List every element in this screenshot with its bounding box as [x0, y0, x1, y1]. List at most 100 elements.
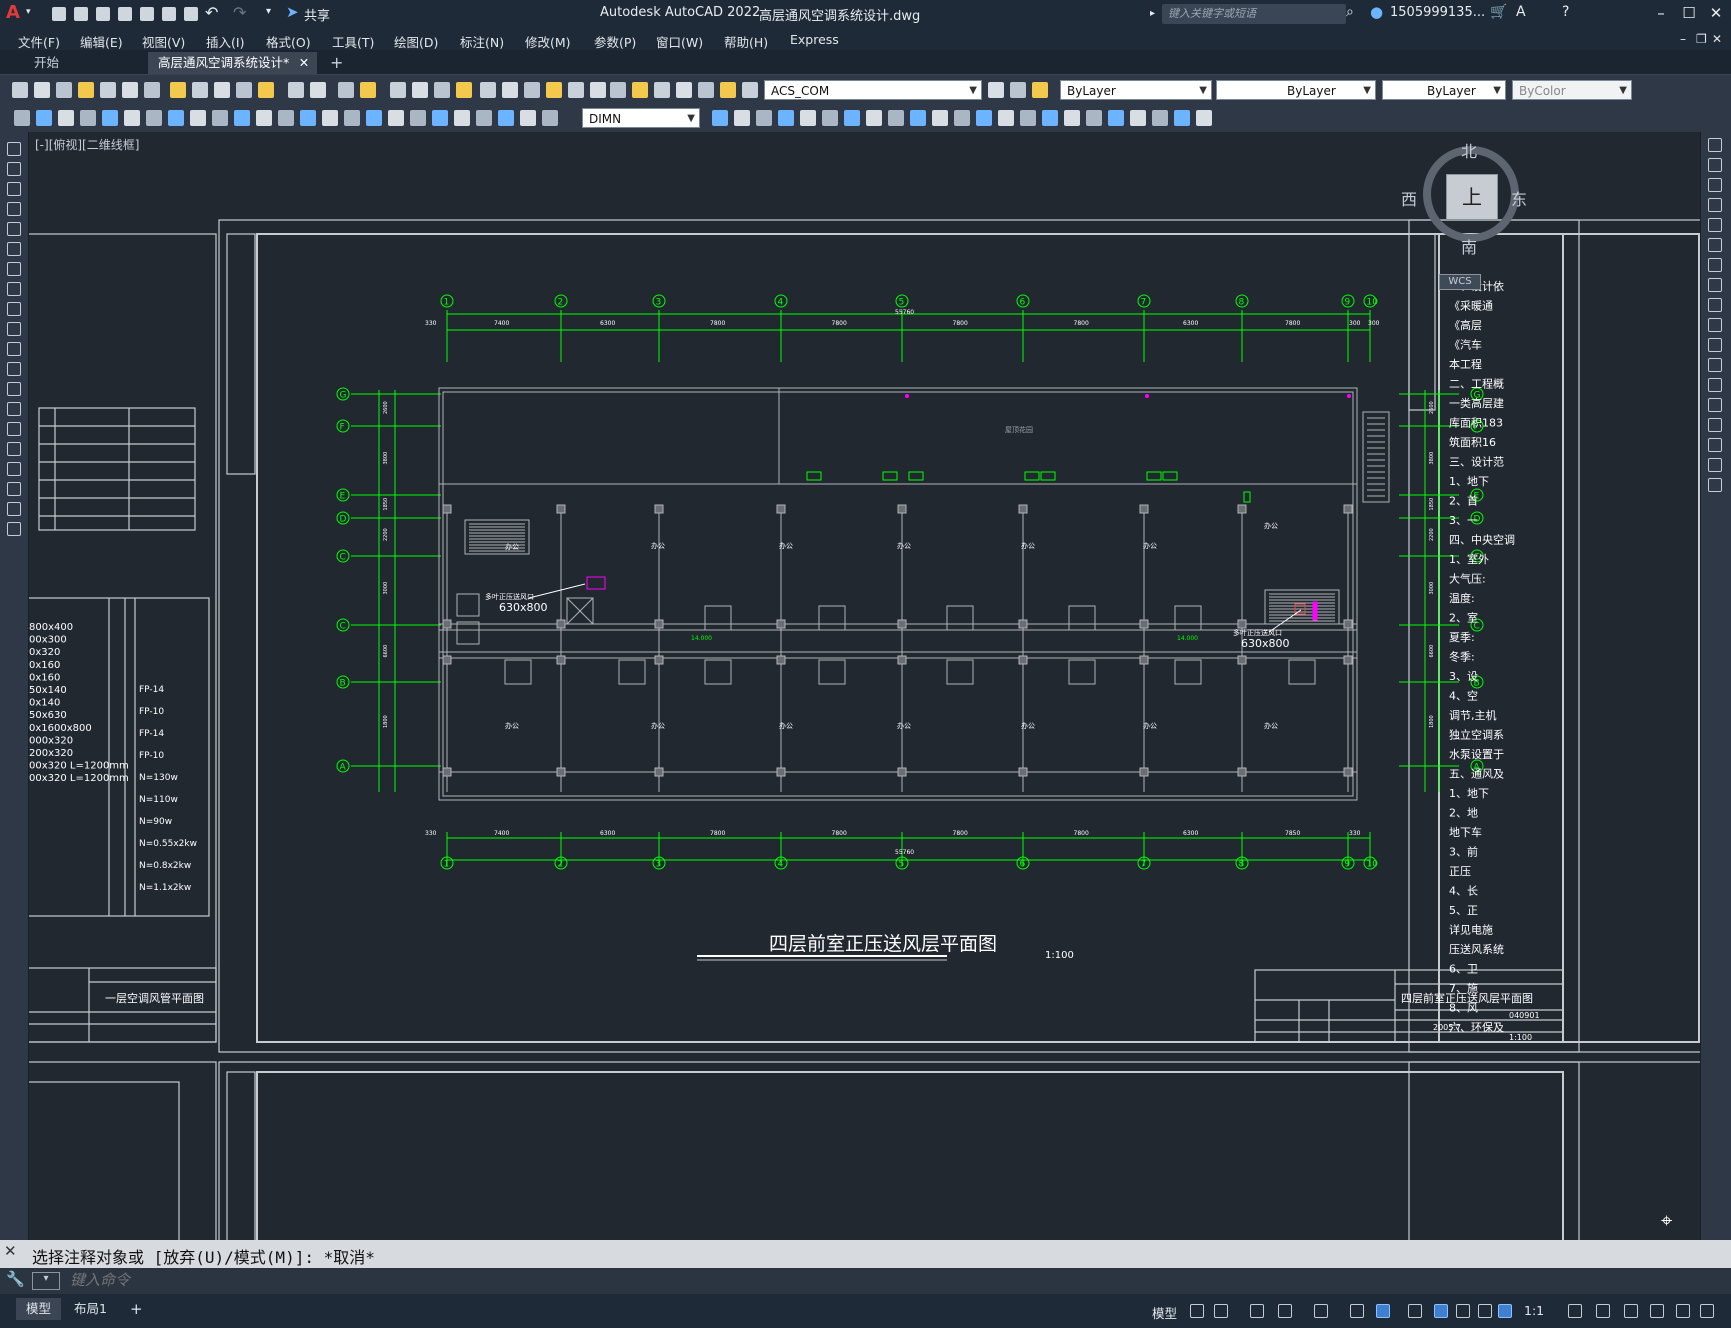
viewcube[interactable]: 上 北 南 东 西 WCS: [1401, 138, 1529, 290]
tolerance-icon[interactable]: [1042, 110, 1058, 126]
save-as-icon[interactable]: [118, 7, 132, 21]
menu-view[interactable]: 视图(V): [142, 32, 185, 51]
command-close-icon[interactable]: ✕: [4, 1242, 17, 1260]
layer-lock-icon[interactable]: [654, 82, 670, 98]
new-file-icon[interactable]: [12, 82, 28, 98]
autodesk-app-icon[interactable]: A: [1516, 4, 1526, 20]
open-file-icon[interactable]: [34, 82, 50, 98]
minimize-button[interactable]: –: [1650, 4, 1672, 22]
array-icon[interactable]: [520, 110, 536, 126]
break-point-icon[interactable]: [1708, 358, 1722, 372]
center-mark-icon[interactable]: [1064, 110, 1080, 126]
osnap-icon[interactable]: [1408, 1304, 1422, 1318]
text-edit-icon[interactable]: [1152, 110, 1168, 126]
save-icon[interactable]: [96, 7, 110, 21]
angular-icon[interactable]: [910, 110, 926, 126]
region-icon[interactable]: [7, 462, 21, 476]
redo-icon[interactable]: ↷: [233, 3, 246, 22]
line-icon[interactable]: [7, 142, 21, 156]
ellipse-arc-icon[interactable]: [7, 342, 21, 356]
layer-previous-icon[interactable]: [698, 82, 714, 98]
continue-icon[interactable]: [234, 110, 250, 126]
paste-icon[interactable]: [214, 82, 230, 98]
array-icon[interactable]: [1708, 218, 1722, 232]
menu-express[interactable]: Express: [790, 32, 839, 47]
rotate-icon[interactable]: [1708, 258, 1722, 272]
quick-access-dropdown-icon[interactable]: ▾: [266, 6, 271, 17]
lineweight-dropdown[interactable]: ByLayer ▼: [1382, 80, 1506, 100]
menu-insert[interactable]: 插入(I): [206, 32, 244, 51]
arc-icon[interactable]: [7, 242, 21, 256]
preview-icon[interactable]: [100, 82, 116, 98]
save-web-icon[interactable]: [162, 7, 176, 21]
layer-dropdown[interactable]: ACS_COM ▼: [764, 80, 982, 100]
break-icon[interactable]: [1708, 378, 1722, 392]
chamfer-icon[interactable]: [1708, 418, 1722, 432]
search-input[interactable]: 键入关键字或短语: [1162, 4, 1346, 24]
viewcube-west[interactable]: 西: [1401, 186, 1417, 210]
save-icon[interactable]: [1010, 82, 1026, 98]
quickcalc-icon[interactable]: [546, 82, 562, 98]
tab-close-icon[interactable]: ✕: [299, 52, 309, 74]
mirror-icon[interactable]: [1708, 178, 1722, 192]
menu-help[interactable]: 帮助(H): [724, 32, 768, 51]
viewcube-east[interactable]: 东: [1511, 186, 1527, 210]
inspect-icon[interactable]: [344, 110, 360, 126]
tab-model[interactable]: 模型: [16, 1298, 62, 1320]
offset-icon[interactable]: [498, 110, 514, 126]
blend-icon[interactable]: [1708, 458, 1722, 472]
polyline-icon[interactable]: [7, 182, 21, 196]
diameter-icon[interactable]: [888, 110, 904, 126]
undo-icon[interactable]: [288, 82, 304, 98]
quick-dim-icon[interactable]: [932, 110, 948, 126]
copy-icon[interactable]: [1708, 158, 1722, 172]
text-edit-icon[interactable]: [410, 110, 426, 126]
copy-icon[interactable]: [192, 82, 208, 98]
rectangle-icon[interactable]: [7, 222, 21, 236]
insert-block-icon[interactable]: [7, 362, 21, 376]
tool-palettes-icon[interactable]: [480, 82, 496, 98]
undo-icon[interactable]: ↶: [205, 3, 218, 22]
viewcube-south[interactable]: 南: [1461, 234, 1477, 258]
lineweight-icon[interactable]: [1434, 1304, 1448, 1318]
maximize-button[interactable]: ☐: [1678, 4, 1700, 22]
update-icon[interactable]: [1174, 110, 1190, 126]
help-icon[interactable]: ?: [1562, 4, 1569, 20]
make-current-icon[interactable]: [676, 82, 692, 98]
ellipse-icon[interactable]: [7, 322, 21, 336]
workspace-icon[interactable]: [1568, 1304, 1582, 1318]
new-file-icon[interactable]: [742, 82, 758, 98]
jogged-linear-icon[interactable]: [1108, 110, 1124, 126]
share-button[interactable]: 共享: [304, 5, 330, 24]
radius-icon[interactable]: [844, 110, 860, 126]
layer-freeze-icon[interactable]: [632, 82, 648, 98]
close-button[interactable]: ✕: [1705, 4, 1727, 22]
help-icon[interactable]: [568, 82, 584, 98]
fullscreen-icon[interactable]: [1700, 1304, 1714, 1318]
fillet-icon[interactable]: [1708, 438, 1722, 452]
linear-dim-icon[interactable]: [14, 110, 30, 126]
inspect-icon[interactable]: [1086, 110, 1102, 126]
add-layout-button[interactable]: +: [120, 1298, 153, 1320]
doc-restore-button[interactable]: ❐: [1696, 32, 1707, 46]
circle-icon[interactable]: [7, 262, 21, 276]
open-web-icon[interactable]: [140, 7, 154, 21]
polygon-icon[interactable]: [7, 202, 21, 216]
layer-on-icon[interactable]: [610, 82, 626, 98]
table-icon[interactable]: [7, 482, 21, 496]
design-center-icon[interactable]: [456, 82, 472, 98]
break-icon[interactable]: [278, 110, 294, 126]
markup-icon[interactable]: [524, 82, 540, 98]
edit-dim-icon[interactable]: [388, 110, 404, 126]
tolerance-icon[interactable]: [300, 110, 316, 126]
copy-icon[interactable]: [454, 110, 470, 126]
isolate-icon[interactable]: [1676, 1304, 1690, 1318]
rotate-icon[interactable]: [712, 110, 728, 126]
layer-states-icon[interactable]: [720, 82, 736, 98]
viewcube-north[interactable]: 北: [1461, 138, 1477, 162]
layer-properties-icon[interactable]: [590, 82, 606, 98]
units-icon[interactable]: [1624, 1304, 1638, 1318]
arc-length-icon[interactable]: [800, 110, 816, 126]
sheet-set-icon[interactable]: [502, 82, 518, 98]
color-dropdown[interactable]: ByLayer ▼: [1060, 80, 1212, 100]
